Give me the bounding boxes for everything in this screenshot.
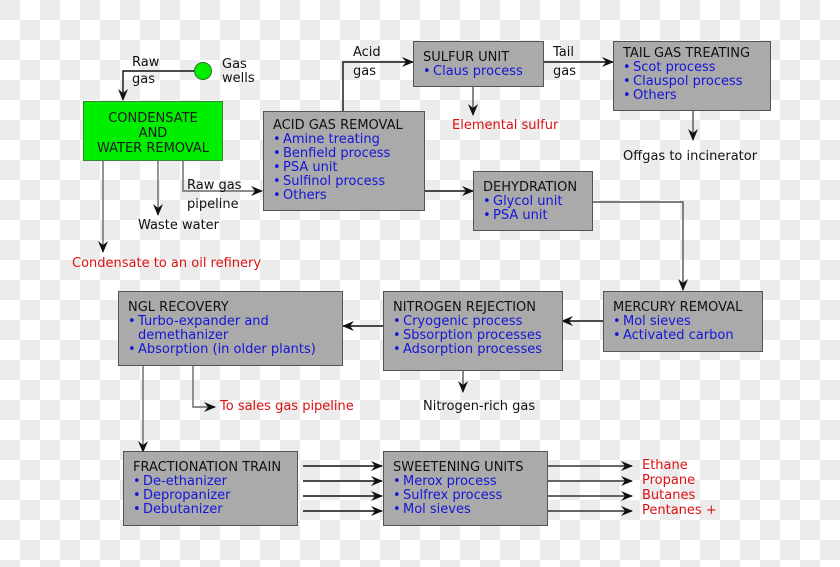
process-item: Activated carbon [613, 329, 762, 344]
tail-gas-label: Tail gas [553, 45, 576, 79]
product-butanes: Butanes [642, 488, 696, 503]
raw-gas-label: Raw gas [132, 55, 160, 87]
product-ethane: Ethane [642, 458, 688, 473]
node-condensate-water-removal: CONDENSATE AND WATER REMOVAL [83, 101, 223, 161]
process-item: Mol sieves [613, 315, 762, 330]
node-ngl-recovery: NGL RECOVERY Turbo-expander and demethan… [118, 291, 343, 366]
process-item: Cryogenic process [393, 315, 562, 330]
process-item: PSA unit [273, 161, 424, 176]
waste-water-label: Waste water [138, 218, 220, 233]
sales-gas-label: To sales gas pipeline [220, 399, 354, 414]
node-sulfur-unit: SULFUR UNIT Claus process [413, 41, 544, 87]
process-item: De-ethanizer [133, 475, 297, 490]
process-item: Adsorption processes [393, 343, 562, 358]
node-fractionation-train: FRACTIONATION TRAIN De-ethanizer Depropa… [123, 451, 298, 526]
node-mercury-removal: MERCURY REMOVAL Mol sieves Activated car… [603, 291, 763, 352]
elemental-sulfur-label: Elemental sulfur [452, 118, 559, 133]
condensate-product-label: Condensate to an oil refinery [72, 256, 262, 271]
node-dehydration: DEHYDRATION Glycol unit PSA unit [473, 171, 593, 231]
product-pentanes: Pentanes + [642, 503, 717, 518]
process-item: Others [623, 89, 770, 104]
process-item: Benfield process [273, 147, 424, 162]
connector-dehydration-to-mercury [592, 201, 688, 291]
process-item: Others [273, 189, 424, 204]
process-item: Glycol unit [483, 195, 592, 210]
offgas-label: Offgas to incinerator [623, 149, 758, 164]
process-item: Scot process [623, 61, 770, 76]
node-sweetening-units: SWEETENING UNITS Merox process Sulfrex p… [383, 451, 548, 526]
process-item: Amine treating [273, 133, 424, 148]
process-item: Sulfinol process [273, 175, 424, 190]
node-nitrogen-rejection: NITROGEN REJECTION Cryogenic process Sbs… [383, 291, 563, 371]
gas-wells-label: Gas wells [222, 57, 255, 86]
gas-wells-circle-icon [194, 62, 212, 80]
process-item: Sulfrex process [393, 489, 547, 504]
process-item: Turbo-expander and demethanizer [128, 315, 342, 343]
process-item: Absorption (in older plants) [128, 343, 342, 358]
connector-ngl-to-sales-gas [192, 366, 216, 412]
process-item: Debutanizer [133, 503, 297, 518]
process-item: Clauspol process [623, 75, 770, 90]
process-item: Claus process [423, 65, 543, 80]
product-propane: Propane [642, 473, 696, 488]
process-item: Mol sieves [393, 503, 547, 518]
process-item: Merox process [393, 475, 547, 490]
node-acid-gas-removal: ACID GAS REMOVAL Amine treating Benfield… [263, 111, 425, 211]
acid-gas-label: Acid gas [353, 45, 381, 79]
node-tail-gas-treating: TAIL GAS TREATING Scot process Clauspol … [613, 41, 771, 111]
process-item: PSA unit [483, 209, 592, 224]
process-item: Sbsorption processes [393, 329, 562, 344]
raw-gas-pipeline-label: Raw gas pipeline [187, 178, 242, 212]
nitrogen-rich-gas-label: Nitrogen-rich gas [423, 399, 536, 414]
process-item: Depropanizer [133, 489, 297, 504]
